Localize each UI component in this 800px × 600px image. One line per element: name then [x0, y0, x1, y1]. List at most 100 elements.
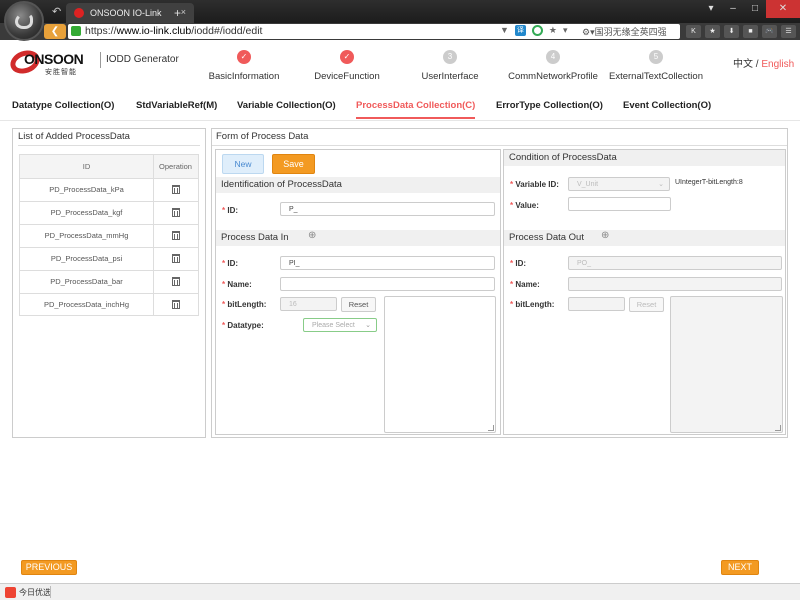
toolbar-menu-icon[interactable]: ☰ — [781, 25, 796, 38]
search-suggestion: 国羽无缘全英四强 — [594, 27, 667, 37]
id-input[interactable]: P_ — [280, 202, 495, 216]
lang-chinese-link[interactable]: 中文 — [733, 59, 753, 70]
resize-grip-icon[interactable] — [775, 425, 781, 431]
step-basicinformation[interactable]: ✓ BasicInformation — [194, 50, 294, 82]
in-bitlength-reset-button[interactable]: Reset — [341, 297, 376, 312]
toolbar-game-icon[interactable]: 🎮 — [762, 25, 777, 38]
chevron-down-icon: ⌄ — [365, 322, 371, 329]
history-back-icon[interactable]: ↶ — [52, 5, 61, 18]
in-name-input[interactable] — [280, 277, 495, 291]
value-label: * Value: — [510, 201, 539, 210]
window-close-icon[interactable]: ✕ — [766, 0, 800, 18]
process-out-section-bar: Process Data Out ⊕ — [504, 230, 785, 246]
table-row[interactable]: PD_ProcessData_bar — [20, 270, 198, 293]
out-bitlength-input[interactable] — [568, 297, 625, 311]
variable-id-value: V_Unit — [577, 181, 599, 188]
table-row[interactable]: PD_ProcessData_kPa — [20, 178, 198, 201]
lang-english-link[interactable]: English — [761, 59, 794, 70]
step-commnetworkprofile[interactable]: 4 CommNetworkProfile — [503, 50, 603, 82]
panel-divider — [18, 145, 200, 146]
zoom-in-icon[interactable]: ⊕ — [308, 230, 316, 241]
url-text[interactable]: https://www.io-link.club/iodd#/iodd/edit — [85, 25, 262, 37]
step-label: ExternalTextCollection — [609, 71, 703, 82]
tab-title: ONSOON IO-Link — [90, 8, 162, 18]
process-out-title: Process Data Out — [509, 232, 584, 243]
datatype-select[interactable]: Please Select ⌄ — [303, 318, 377, 332]
process-in-title: Process Data In — [221, 232, 289, 243]
browser-status-bar: 今日优选 — [0, 583, 800, 600]
new-button[interactable]: New — [222, 154, 264, 174]
tab-variable-collection[interactable]: Variable Collection(O) — [237, 100, 336, 111]
table-row[interactable]: PD_ProcessData_mmHg — [20, 224, 198, 247]
delete-trash-icon[interactable] — [172, 185, 180, 194]
in-textarea[interactable] — [384, 296, 496, 433]
out-name-input[interactable] — [568, 277, 782, 291]
row-id: PD_ProcessData_kgf — [50, 208, 123, 217]
zoom-in-icon[interactable]: ⊕ — [601, 230, 609, 241]
star-icon[interactable]: ★ — [549, 25, 557, 36]
chevron-down-icon[interactable]: ▾ — [563, 25, 568, 36]
previous-button[interactable]: PREVIOUS — [21, 560, 77, 575]
value-input[interactable] — [568, 197, 671, 211]
row-id: PD_ProcessData_kPa — [49, 185, 124, 194]
toolbar-download-icon[interactable]: ⬇ — [724, 25, 739, 38]
step-externaltextcollection[interactable]: 5 ExternalTextCollection — [606, 50, 706, 82]
table-row[interactable]: PD_ProcessData_psi — [20, 247, 198, 270]
step-userinterface[interactable]: 3 UserInterface — [400, 50, 500, 82]
back-button[interactable]: ❮ — [44, 24, 66, 39]
out-bitlength-reset-button[interactable]: Reset — [629, 297, 664, 312]
daily-picks-label[interactable]: 今日优选 — [19, 587, 51, 598]
list-panel-title: List of Added ProcessData — [18, 131, 130, 142]
identification-title: Identification of ProcessData — [221, 179, 342, 190]
next-button[interactable]: NEXT — [721, 560, 759, 575]
browser-toolbar: K ★ ⬇ ■ 🎮 ☰ — [686, 25, 796, 38]
out-id-label: * ID: — [510, 259, 527, 268]
toolbar-k-icon[interactable]: K — [686, 25, 701, 38]
tab-processdata-collection[interactable]: ProcessData Collection(C) — [356, 100, 476, 119]
delete-trash-icon[interactable] — [172, 254, 180, 263]
resize-grip-icon[interactable] — [488, 425, 494, 431]
delete-trash-icon[interactable] — [172, 231, 180, 240]
condition-title: Condition of ProcessData — [509, 152, 617, 163]
reader-icon[interactable] — [531, 25, 543, 36]
out-name-label: * Name: — [510, 280, 540, 289]
id-label: * ID: — [222, 206, 239, 215]
window-minimize-icon[interactable]: – — [722, 0, 744, 18]
in-id-input[interactable]: PI_ — [280, 256, 495, 270]
table-row[interactable]: PD_ProcessData_kgf — [20, 201, 198, 224]
in-bitlength-input[interactable]: 16 — [280, 297, 337, 311]
step-label: UserInterface — [421, 71, 479, 82]
window-menu-icon[interactable]: ▾ — [700, 0, 722, 18]
table-row[interactable]: PD_ProcessData_inchHg — [20, 293, 198, 316]
row-id: PD_ProcessData_inchHg — [43, 300, 130, 309]
out-textarea[interactable] — [670, 296, 783, 433]
toolbar-star-icon[interactable]: ★ — [705, 25, 720, 38]
dropdown-icon[interactable]: ▼ — [500, 25, 509, 36]
tab-stdvariableref[interactable]: StdVariableRef(M) — [136, 100, 217, 111]
url-scheme: https:// — [85, 25, 117, 37]
tab-errortype-collection[interactable]: ErrorType Collection(O) — [496, 100, 603, 111]
browser-logo-icon[interactable] — [4, 1, 44, 41]
step-devicefunction[interactable]: ✓ DeviceFunction — [297, 50, 397, 82]
tab-datatype-collection[interactable]: Datatype Collection(O) — [12, 100, 114, 111]
tab-close-icon[interactable]: × — [181, 7, 186, 17]
datatype-placeholder: Please Select — [312, 322, 355, 329]
delete-trash-icon[interactable] — [172, 208, 180, 217]
variable-id-select[interactable]: V_Unit ⌄ — [568, 177, 670, 191]
in-name-label: * Name: — [222, 280, 252, 289]
daily-picks-icon[interactable] — [5, 587, 16, 598]
address-bar[interactable]: https://www.io-link.club/iodd#/iodd/edit… — [68, 24, 680, 39]
search-box[interactable]: ⚙▾国羽无缘全英四强 — [582, 25, 678, 38]
delete-trash-icon[interactable] — [172, 277, 180, 286]
delete-trash-icon[interactable] — [172, 300, 180, 309]
save-button[interactable]: Save — [272, 154, 315, 174]
new-tab-icon[interactable]: + — [174, 6, 181, 20]
process-data-form-panel: Form of Process Data New Save Identifica… — [211, 128, 788, 438]
translate-icon[interactable]: 译 — [514, 25, 526, 36]
logo-cn-text: 安胜智能 — [45, 69, 77, 76]
tab-event-collection[interactable]: Event Collection(O) — [623, 100, 711, 111]
col-id-header: ID — [82, 162, 91, 171]
out-id-input[interactable]: PO_ — [568, 256, 782, 270]
window-maximize-icon[interactable]: □ — [744, 0, 766, 18]
toolbar-square-icon[interactable]: ■ — [743, 25, 758, 38]
